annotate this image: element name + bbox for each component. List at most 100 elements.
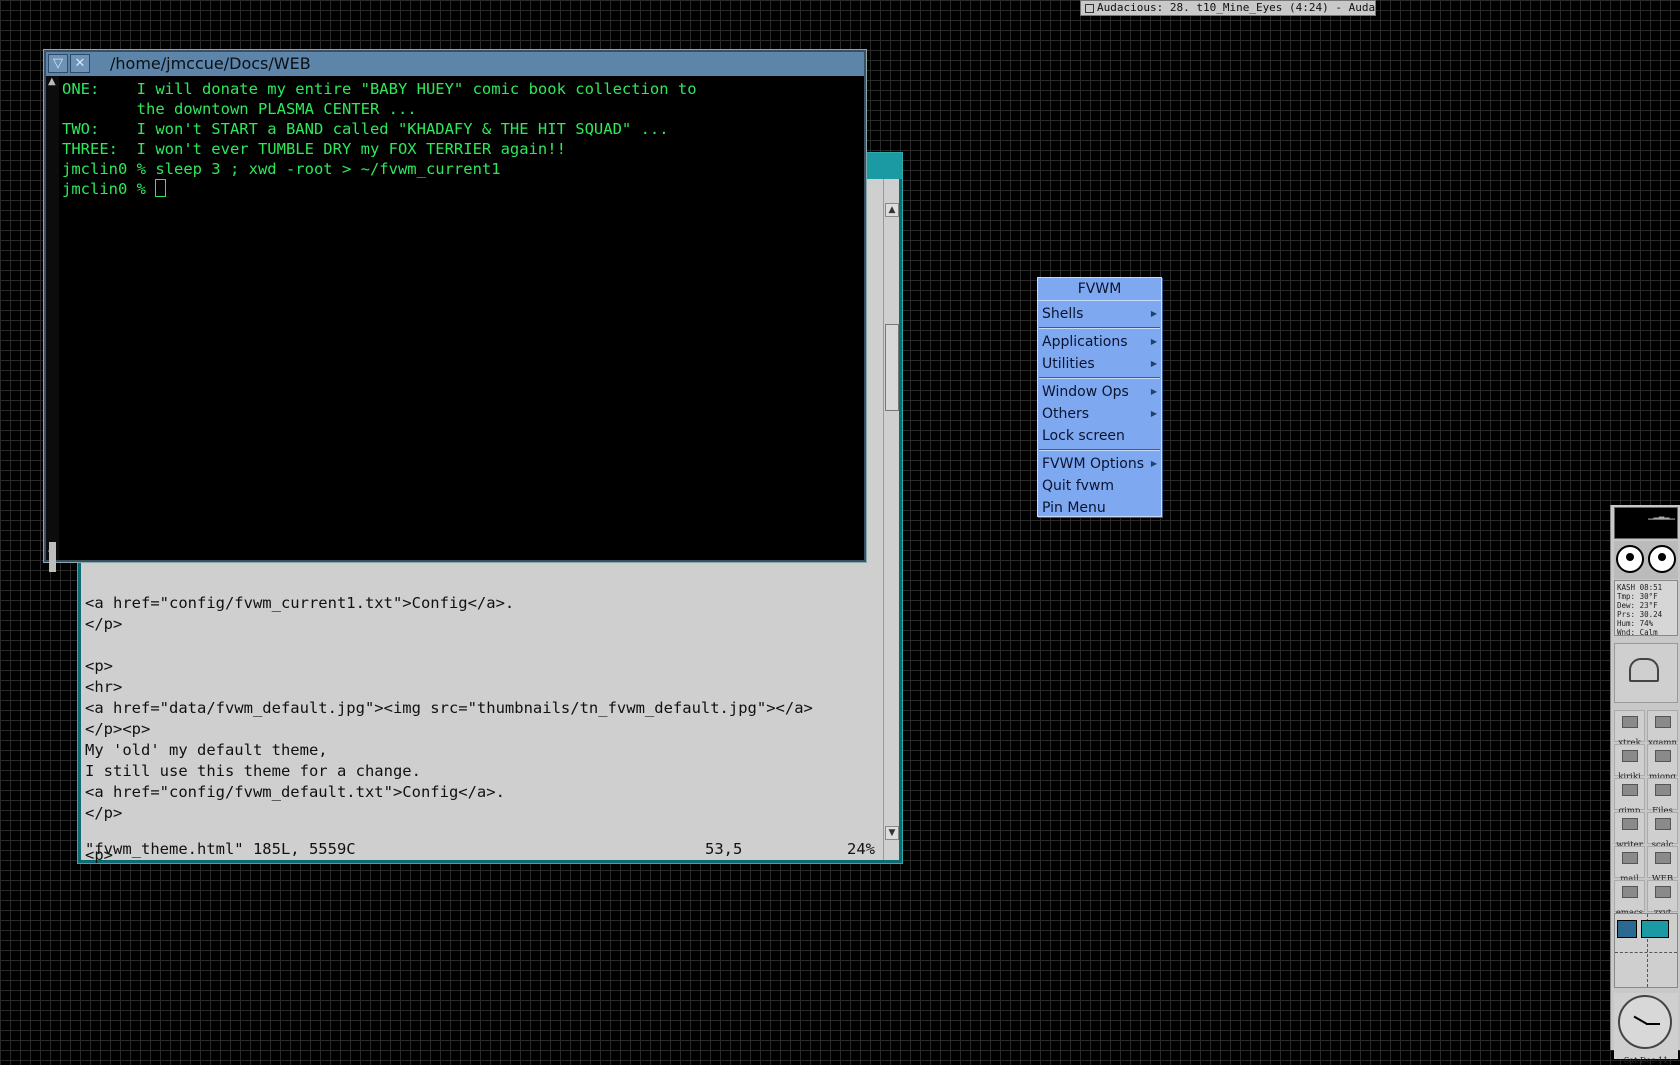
pager-window[interactable] <box>1617 920 1637 938</box>
launcher-mail[interactable]: mail <box>1614 846 1645 884</box>
menu-item-applications[interactable]: Applications ▶ <box>1038 331 1161 353</box>
launcher-xtrek[interactable]: xtrek <box>1614 710 1645 748</box>
close-icon[interactable]: ✕ <box>70 54 90 73</box>
menu-separator <box>1039 327 1160 329</box>
launcher-emacs[interactable]: emacs <box>1614 880 1645 918</box>
mailbox-icon[interactable] <box>1614 643 1678 703</box>
menu-title: FVWM <box>1038 278 1161 301</box>
menu-item-fvwm-options[interactable]: FVWM Options ▶ <box>1038 453 1161 475</box>
menu-item-label: Utilities <box>1042 356 1095 372</box>
web-icon <box>1654 852 1671 864</box>
analog-clock: Sat Dec 11 <box>1614 993 1678 1065</box>
terminal-titlebar[interactable]: ▽ ✕ /home/jmccue/Docs/WEB <box>46 52 864 76</box>
clock-date: Sat Dec 11 <box>1623 1056 1669 1065</box>
menu-item-quit-fvwm[interactable]: Quit fvwm <box>1038 475 1161 497</box>
menu-item-label: Window Ops <box>1042 384 1129 400</box>
terminal-line: THREE: I won't ever TUMBLE DRY my FOX TE… <box>62 140 566 158</box>
submenu-arrow-icon: ▶ <box>1150 387 1157 396</box>
zxvt-icon <box>1654 886 1671 898</box>
menu-item-label: Pin Menu <box>1042 500 1106 516</box>
editor-line: </p> <box>85 804 123 822</box>
scroll-up-icon[interactable]: ▲ <box>885 203 899 217</box>
window-menu-icon[interactable] <box>1085 3 1094 13</box>
menu-separator <box>1039 377 1160 379</box>
wharf-dock: ▁▂▃▂▁ KASH 08:51 Tmp: 30°F Dew: 23°F Prs: 3… <box>1610 505 1680 1065</box>
launcher-zxvt[interactable]: zxvt <box>1647 880 1678 918</box>
editor-line: I still use this theme for a change. <box>85 762 421 780</box>
launcher-web[interactable]: WEB <box>1647 846 1678 884</box>
terminal-line: ONE: I will donate my entire "BABY HUEY"… <box>62 80 697 98</box>
menu-item-window-ops[interactable]: Window Ops ▶ <box>1038 381 1161 403</box>
weather-line: KASH 08:51 <box>1617 583 1663 592</box>
eye-icon <box>1616 545 1644 573</box>
terminal-line: the downtown PLASMA CENTER ... <box>62 100 417 118</box>
editor-line: <hr> <box>85 678 123 696</box>
submenu-arrow-icon: ▶ <box>1150 309 1157 318</box>
menu-item-label: Shells <box>1042 306 1084 322</box>
terminal-line: jmclin0 % sleep 3 ; xwd -root > ~/fvwm_c… <box>62 160 501 178</box>
weather-line: Hum: 74% <box>1617 619 1654 628</box>
weather-monitor: KASH 08:51 Tmp: 30°F Dew: 23°F Prs: 30.24 Hu… <box>1614 580 1678 637</box>
audacious-titlebar[interactable]: Audacious: 28. t10_Mine_Eyes (4:24) - Au… <box>1080 0 1376 16</box>
editor-line: </p> <box>85 615 123 633</box>
editor-status-line: "fvwm_theme.html" 185L, 5559C 53,5 24% <box>85 839 884 860</box>
menu-item-lock-screen[interactable]: Lock screen <box>1038 425 1161 447</box>
desktop-pager[interactable] <box>1614 913 1678 988</box>
launcher-xgamn[interactable]: xgamn <box>1647 710 1678 748</box>
scalc-icon <box>1654 818 1671 830</box>
writer-icon <box>1621 818 1638 830</box>
xgamn-icon <box>1654 716 1671 728</box>
window-menu-icon[interactable]: ▽ <box>48 54 68 73</box>
menu-item-label: FVWM Options <box>1042 456 1145 472</box>
launcher-kiriki[interactable]: kiriki <box>1614 744 1645 782</box>
editor-scroll-thumb[interactable] <box>885 324 899 411</box>
editor-scrollbar[interactable]: ▲ ▼ <box>883 179 899 860</box>
gimp-icon <box>1621 784 1638 796</box>
submenu-arrow-icon: ▶ <box>1150 337 1157 346</box>
launcher-files[interactable]: Files <box>1647 778 1678 816</box>
audio-visualizer[interactable]: ▁▂▃▂▁ <box>1614 507 1678 539</box>
eye-icon <box>1648 545 1676 573</box>
menu-separator <box>1039 449 1160 451</box>
text-cursor <box>155 179 167 197</box>
submenu-arrow-icon: ▶ <box>1150 359 1157 368</box>
launcher-gimp[interactable]: gimp <box>1614 778 1645 816</box>
kiriki-icon <box>1621 750 1638 762</box>
scroll-down-icon[interactable]: ▽ <box>48 549 56 560</box>
terminal-window[interactable]: ▽ ✕ /home/jmccue/Docs/WEB ▲ ▽ ONE: I wil… <box>43 49 867 572</box>
launcher-writer[interactable]: writer <box>1614 812 1645 850</box>
editor-line: <a href="data/fvwm_default.jpg"><img src… <box>85 699 813 717</box>
menu-item-label: Quit fvwm <box>1042 478 1115 494</box>
editor-lines: <a href="config/fvwm_current1.txt">Confi… <box>85 593 884 866</box>
scroll-down-icon[interactable]: ▼ <box>885 826 899 840</box>
terminal-prompt: jmclin0 % <box>62 180 156 198</box>
files-icon <box>1654 784 1671 796</box>
weather-line: Wnd: Calm <box>1617 628 1658 637</box>
menu-item-label: Others <box>1042 406 1090 422</box>
xtrek-icon <box>1621 716 1638 728</box>
emacs-icon <box>1621 886 1638 898</box>
status-percent: 24% <box>847 840 875 858</box>
terminal-line: TWO: I won't START a BAND called "KHADAF… <box>62 120 669 138</box>
terminal-title: /home/jmccue/Docs/WEB <box>110 54 311 73</box>
editor-line: <p> <box>85 657 113 675</box>
terminal-scrollbar[interactable]: ▲ ▽ <box>46 76 60 572</box>
pager-window[interactable] <box>1641 920 1669 938</box>
menu-item-pin-menu[interactable]: Pin Menu <box>1038 497 1161 519</box>
fvwm-root-menu[interactable]: FVWM Shells ▶ Applications ▶ Utilities ▶ Windo… <box>1037 277 1162 517</box>
xeyes <box>1614 541 1678 579</box>
menu-item-shells[interactable]: Shells ▶ <box>1038 303 1161 325</box>
submenu-arrow-icon: ▶ <box>1150 459 1157 468</box>
editor-line: My 'old' my default theme, <box>85 741 328 759</box>
scroll-up-icon[interactable]: ▲ <box>48 76 56 87</box>
status-file: "fvwm_theme.html" 185L, 5559C <box>85 840 356 858</box>
launcher-scalc[interactable]: scalc <box>1647 812 1678 850</box>
menu-items: Shells ▶ Applications ▶ Utilities ▶ Window Ops… <box>1038 301 1161 519</box>
terminal-prompt-line[interactable]: jmclin0 % <box>62 179 697 199</box>
launcher-mjong[interactable]: mjong <box>1647 744 1678 782</box>
terminal-screen[interactable]: ONE: I will donate my entire "BABY HUEY"… <box>59 76 864 560</box>
submenu-arrow-icon: ▶ <box>1150 409 1157 418</box>
menu-item-utilities[interactable]: Utilities ▶ <box>1038 353 1161 375</box>
menu-item-others[interactable]: Others ▶ <box>1038 403 1161 425</box>
